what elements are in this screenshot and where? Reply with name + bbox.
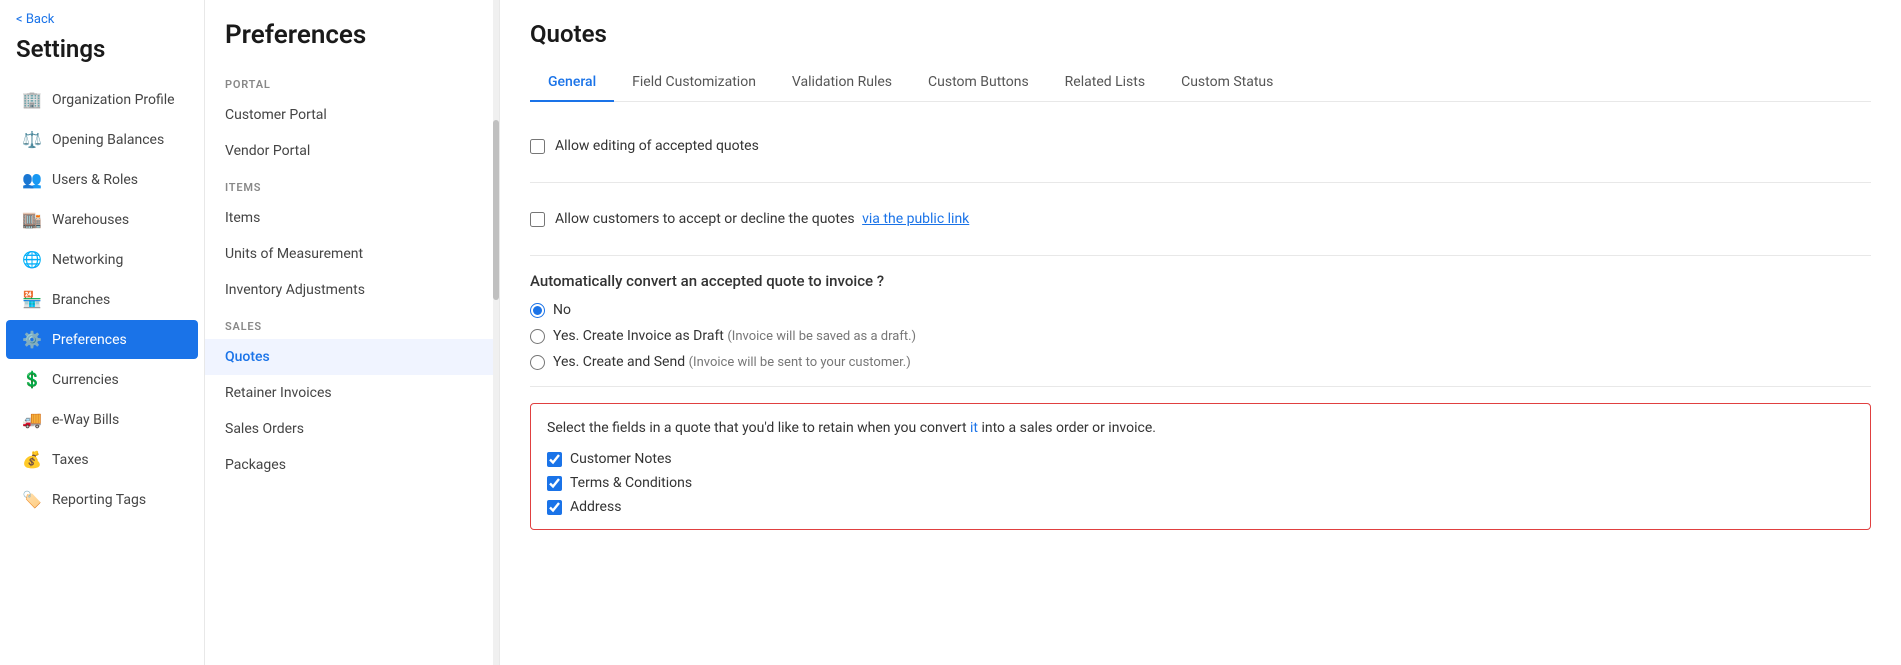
sidebar-item-opening-balances[interactable]: ⚖️ Opening Balances <box>6 120 198 159</box>
e-way-bills-icon: 🚚 <box>22 410 42 429</box>
terms-conditions-label: Terms & Conditions <box>570 475 692 491</box>
currencies-icon: 💲 <box>22 370 42 389</box>
section-label-portal: PORTAL <box>205 66 499 97</box>
divider-3 <box>530 386 1871 387</box>
nav-item-label: Networking <box>52 252 123 268</box>
sidebar-item-networking[interactable]: 🌐 Networking <box>6 240 198 279</box>
menu-item-packages[interactable]: Packages <box>205 447 499 483</box>
sidebar-item-currencies[interactable]: 💲 Currencies <box>6 360 198 399</box>
preferences-icon: ⚙️ <box>22 330 42 349</box>
divider-2 <box>530 255 1871 256</box>
divider-1 <box>530 182 1871 183</box>
general-tab-content: Allow editing of accepted quotes Allow c… <box>530 126 1871 530</box>
taxes-icon: 💰 <box>22 450 42 469</box>
address-label: Address <box>570 499 621 515</box>
allow-editing-label: Allow editing of accepted quotes <box>555 138 759 154</box>
menu-item-sales-orders[interactable]: Sales Orders <box>205 411 499 447</box>
organization-profile-icon: 🏢 <box>22 90 42 109</box>
section-label-items: ITEMS <box>205 169 499 200</box>
allow-customers-label: Allow customers to accept or decline the… <box>555 211 969 227</box>
nav-item-label: Reporting Tags <box>52 492 146 508</box>
menu-item-customer-portal[interactable]: Customer Portal <box>205 97 499 133</box>
radio-draft-label: Yes. Create Invoice as Draft (Invoice wi… <box>553 328 916 344</box>
retain-box: Select the fields in a quote that you'd … <box>530 403 1871 530</box>
tab-general[interactable]: General <box>530 64 614 102</box>
nav-item-label: Users & Roles <box>52 172 138 188</box>
radio-draft-row: Yes. Create Invoice as Draft (Invoice wi… <box>530 328 1871 344</box>
nav-item-label: Warehouses <box>52 212 129 228</box>
radio-send-note: (Invoice will be sent to your customer.) <box>689 355 911 370</box>
allow-customers-checkbox[interactable] <box>530 212 545 227</box>
tab-validation-rules[interactable]: Validation Rules <box>774 64 910 102</box>
radio-send-label: Yes. Create and Send (Invoice will be se… <box>553 354 911 370</box>
settings-title: Settings <box>0 31 204 79</box>
allow-editing-row: Allow editing of accepted quotes <box>530 126 1871 166</box>
nav-item-label: Taxes <box>52 452 89 468</box>
retain-box-title: Select the fields in a quote that you'd … <box>547 418 1854 439</box>
radio-no[interactable] <box>530 303 545 318</box>
sidebar-item-e-way-bills[interactable]: 🚚 e-Way Bills <box>6 400 198 439</box>
radio-send-row: Yes. Create and Send (Invoice will be se… <box>530 354 1871 370</box>
sidebar-item-organization-profile[interactable]: 🏢 Organization Profile <box>6 80 198 119</box>
radio-draft-note: (Invoice will be saved as a draft.) <box>727 329 916 344</box>
sidebar-item-taxes[interactable]: 💰 Taxes <box>6 440 198 479</box>
tab-field-customization[interactable]: Field Customization <box>614 64 774 102</box>
tab-related-lists[interactable]: Related Lists <box>1047 64 1163 102</box>
radio-no-label: No <box>553 302 571 318</box>
radio-no-row: No <box>530 302 1871 318</box>
address-row: Address <box>547 499 1854 515</box>
allow-customers-row: Allow customers to accept or decline the… <box>530 199 1871 239</box>
convert-radio-group: No Yes. Create Invoice as Draft (Invoice… <box>530 302 1871 370</box>
back-link[interactable]: < Back <box>0 0 204 31</box>
menu-item-items[interactable]: Items <box>205 200 499 236</box>
menu-item-inventory-adjustments[interactable]: Inventory Adjustments <box>205 272 499 308</box>
public-link[interactable]: via the public link <box>862 211 969 227</box>
nav-item-label: Currencies <box>52 372 119 388</box>
menu-item-quotes[interactable]: Quotes <box>205 339 499 375</box>
allow-editing-checkbox[interactable] <box>530 139 545 154</box>
nav-item-label: Preferences <box>52 332 127 348</box>
reporting-tags-icon: 🏷️ <box>22 490 42 509</box>
page-title: Quotes <box>530 20 1871 48</box>
sidebar-item-branches[interactable]: 🏪 Branches <box>6 280 198 319</box>
nav-item-label: Organization Profile <box>52 92 175 108</box>
users-roles-icon: 👥 <box>22 170 42 189</box>
main-nav: 🏢 Organization Profile ⚖️ Opening Balances 👥… <box>0 79 204 520</box>
sidebar-item-users-roles[interactable]: 👥 Users & Roles <box>6 160 198 199</box>
address-checkbox[interactable] <box>547 500 562 515</box>
terms-conditions-row: Terms & Conditions <box>547 475 1854 491</box>
networking-icon: 🌐 <box>22 250 42 269</box>
nav-item-label: e-Way Bills <box>52 412 119 428</box>
branches-icon: 🏪 <box>22 290 42 309</box>
middle-panel-title: Preferences <box>205 0 499 66</box>
retain-it-link[interactable]: it <box>970 420 978 436</box>
convert-title: Automatically convert an accepted quote … <box>530 272 1871 290</box>
retain-checkboxes: Customer Notes Terms & Conditions Addres… <box>547 451 1854 515</box>
radio-send[interactable] <box>530 355 545 370</box>
sidebar-item-preferences[interactable]: ⚙️ Preferences <box>6 320 198 359</box>
warehouses-icon: 🏬 <box>22 210 42 229</box>
tabs-bar: GeneralField CustomizationValidation Rul… <box>530 64 1871 102</box>
tab-custom-buttons[interactable]: Custom Buttons <box>910 64 1047 102</box>
terms-conditions-checkbox[interactable] <box>547 476 562 491</box>
middle-panel: Preferences PORTALCustomer PortalVendor … <box>205 0 500 665</box>
sidebar-item-warehouses[interactable]: 🏬 Warehouses <box>6 200 198 239</box>
sidebar-item-reporting-tags[interactable]: 🏷️ Reporting Tags <box>6 480 198 519</box>
menu-item-retainer-invoices[interactable]: Retainer Invoices <box>205 375 499 411</box>
nav-item-label: Opening Balances <box>52 132 164 148</box>
customer-notes-row: Customer Notes <box>547 451 1854 467</box>
opening-balances-icon: ⚖️ <box>22 130 42 149</box>
radio-draft[interactable] <box>530 329 545 344</box>
section-label-sales: SALES <box>205 308 499 339</box>
customer-notes-checkbox[interactable] <box>547 452 562 467</box>
menu-item-units-of-measurement[interactable]: Units of Measurement <box>205 236 499 272</box>
customer-notes-label: Customer Notes <box>570 451 672 467</box>
menu-item-vendor-portal[interactable]: Vendor Portal <box>205 133 499 169</box>
left-sidebar: < Back Settings 🏢 Organization Profile ⚖️ O… <box>0 0 205 665</box>
nav-item-label: Branches <box>52 292 110 308</box>
tab-custom-status[interactable]: Custom Status <box>1163 64 1291 102</box>
main-content: Quotes GeneralField CustomizationValidat… <box>500 0 1901 665</box>
